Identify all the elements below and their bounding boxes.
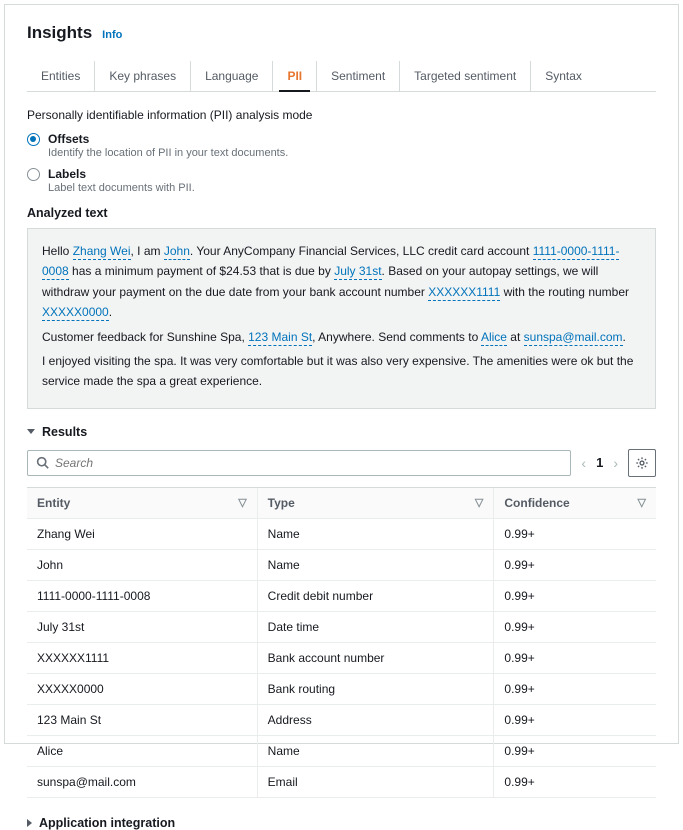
cell-type: Name: [257, 549, 494, 580]
insights-panel: Insights Info EntitiesKey phrasesLanguag…: [4, 4, 679, 744]
chevron-down-icon: [27, 429, 35, 434]
pii-entity[interactable]: XXXXX0000: [42, 305, 109, 321]
chevron-right-icon: [27, 819, 32, 827]
search-field[interactable]: [55, 456, 562, 470]
gear-icon: [635, 456, 649, 470]
sort-icon: ▽: [238, 496, 246, 509]
pagination: ‹ 1 ›: [581, 455, 618, 471]
tab-syntax[interactable]: Syntax: [531, 61, 596, 91]
cell-entity: John: [27, 549, 257, 580]
radio-offsets[interactable]: Offsets Identify the location of PII in …: [27, 132, 656, 159]
cell-entity: Zhang Wei: [27, 518, 257, 549]
table-header-row: Entity▽ Type▽ Confidence▽: [27, 487, 656, 518]
cell-confidence: 0.99+: [494, 704, 656, 735]
cell-entity: 123 Main St: [27, 704, 257, 735]
pii-entity[interactable]: sunspa@mail.com: [524, 330, 623, 346]
cell-entity: Alice: [27, 735, 257, 766]
cell-confidence: 0.99+: [494, 642, 656, 673]
cell-type: Address: [257, 704, 494, 735]
table-row[interactable]: 1111-0000-1111-0008Credit debit number0.…: [27, 580, 656, 611]
sort-icon: ▽: [638, 496, 646, 509]
cell-type: Bank routing: [257, 673, 494, 704]
next-page-button[interactable]: ›: [613, 455, 618, 471]
app-integration-title: Application integration: [39, 816, 175, 830]
radio-sublabel: Label text documents with PII.: [48, 182, 195, 194]
col-entity[interactable]: Entity▽: [27, 487, 257, 518]
cell-confidence: 0.99+: [494, 735, 656, 766]
cell-type: Email: [257, 766, 494, 797]
panel-header: Insights Info: [27, 23, 656, 43]
radio-icon: [27, 168, 40, 181]
table-row[interactable]: sunspa@mail.comEmail0.99+: [27, 766, 656, 797]
cell-type: Date time: [257, 611, 494, 642]
results-toggle[interactable]: Results: [27, 425, 656, 439]
table-row[interactable]: XXXXXX1111Bank account number0.99+: [27, 642, 656, 673]
settings-button[interactable]: [628, 449, 656, 477]
cell-confidence: 0.99+: [494, 673, 656, 704]
cell-confidence: 0.99+: [494, 611, 656, 642]
cell-entity: July 31st: [27, 611, 257, 642]
pii-entity[interactable]: John: [164, 244, 190, 260]
col-type[interactable]: Type▽: [257, 487, 494, 518]
pii-entity[interactable]: XXXXXX1111: [428, 285, 500, 301]
cell-entity: XXXXXX1111: [27, 642, 257, 673]
tab-key-phrases[interactable]: Key phrases: [95, 61, 191, 91]
cell-confidence: 0.99+: [494, 549, 656, 580]
table-row[interactable]: 123 Main StAddress0.99+: [27, 704, 656, 735]
analyzed-text-box: Hello Zhang Wei, I am John. Your AnyComp…: [27, 228, 656, 409]
cell-confidence: 0.99+: [494, 766, 656, 797]
tabs-bar: EntitiesKey phrasesLanguagePIISentimentT…: [27, 61, 656, 92]
cell-confidence: 0.99+: [494, 518, 656, 549]
pii-entity[interactable]: Alice: [481, 330, 507, 346]
table-row[interactable]: JohnName0.99+: [27, 549, 656, 580]
cell-entity: 1111-0000-1111-0008: [27, 580, 257, 611]
cell-type: Bank account number: [257, 642, 494, 673]
cell-type: Name: [257, 518, 494, 549]
radio-icon: [27, 133, 40, 146]
results-title: Results: [42, 425, 87, 439]
results-toolbar: ‹ 1 ›: [27, 449, 656, 477]
search-input[interactable]: [27, 450, 571, 476]
prev-page-button[interactable]: ‹: [581, 455, 586, 471]
radio-label: Offsets: [48, 132, 288, 146]
cell-confidence: 0.99+: [494, 580, 656, 611]
tab-language[interactable]: Language: [191, 61, 273, 91]
tab-entities[interactable]: Entities: [27, 61, 95, 91]
page-number: 1: [596, 455, 603, 470]
analyzed-text-title: Analyzed text: [27, 206, 656, 220]
tab-sentiment[interactable]: Sentiment: [317, 61, 400, 91]
radio-sublabel: Identify the location of PII in your tex…: [48, 147, 288, 159]
analyzed-paragraph: Customer feedback for Sunshine Spa, 123 …: [42, 327, 641, 347]
app-integration-toggle[interactable]: Application integration: [27, 816, 656, 830]
table-row[interactable]: July 31stDate time0.99+: [27, 611, 656, 642]
results-table: Entity▽ Type▽ Confidence▽ Zhang WeiName0…: [27, 487, 656, 798]
cell-type: Name: [257, 735, 494, 766]
table-row[interactable]: AliceName0.99+: [27, 735, 656, 766]
table-row[interactable]: XXXXX0000Bank routing0.99+: [27, 673, 656, 704]
cell-type: Credit debit number: [257, 580, 494, 611]
pii-entity[interactable]: July 31st: [334, 264, 381, 280]
tab-pii[interactable]: PII: [273, 61, 317, 91]
search-icon: [36, 456, 49, 469]
sort-icon: ▽: [475, 496, 483, 509]
analyzed-paragraph: I enjoyed visiting the spa. It was very …: [42, 351, 641, 392]
tab-targeted-sentiment[interactable]: Targeted sentiment: [400, 61, 531, 91]
mode-description: Personally identifiable information (PII…: [27, 108, 656, 122]
info-link[interactable]: Info: [102, 29, 122, 41]
radio-labels[interactable]: Labels Label text documents with PII.: [27, 167, 656, 194]
radio-label: Labels: [48, 167, 195, 181]
pii-entity[interactable]: Zhang Wei: [73, 244, 131, 260]
cell-entity: XXXXX0000: [27, 673, 257, 704]
analyzed-paragraph: Hello Zhang Wei, I am John. Your AnyComp…: [42, 241, 641, 323]
pii-entity[interactable]: 123 Main St: [248, 330, 312, 346]
cell-entity: sunspa@mail.com: [27, 766, 257, 797]
table-row[interactable]: Zhang WeiName0.99+: [27, 518, 656, 549]
page-title: Insights: [27, 23, 92, 43]
col-confidence[interactable]: Confidence▽: [494, 487, 656, 518]
